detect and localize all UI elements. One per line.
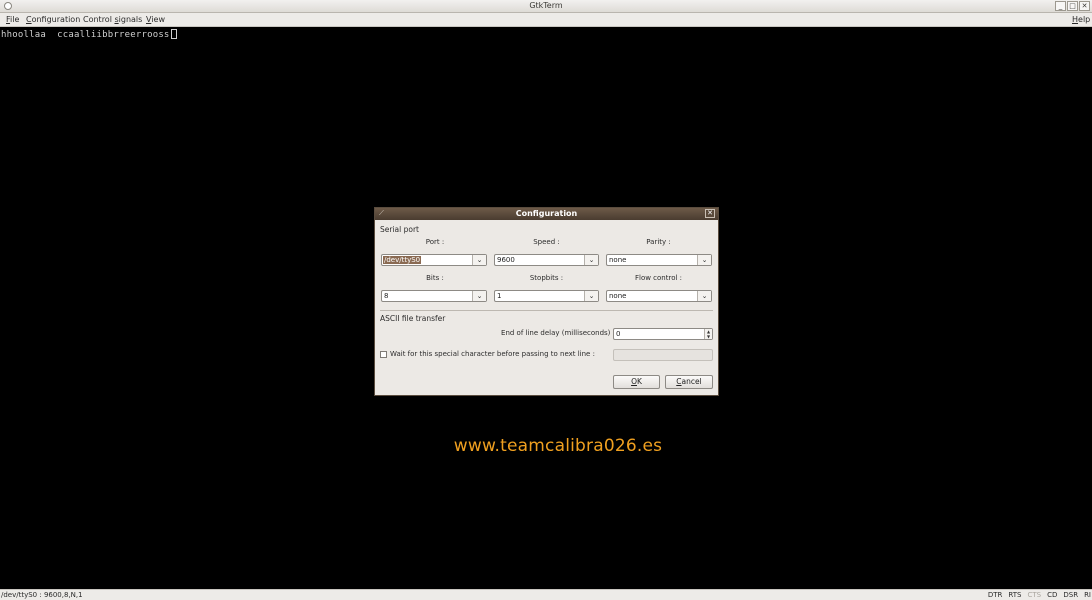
bits-combo[interactable]: 8 ⌄ [381, 290, 487, 302]
menu-control-signals-label-pre: Control [83, 15, 115, 24]
chevron-down-icon[interactable]: ⌄ [472, 255, 486, 265]
speed-label: Speed : [533, 238, 560, 246]
menu-bar: File Configuration Control signals View … [0, 13, 1092, 27]
maximize-icon[interactable]: □ [1067, 1, 1078, 11]
ascii-transfer-section-label: ASCII file transfer [380, 314, 446, 323]
speed-value: 9600 [497, 256, 515, 264]
menu-view-label: iew [151, 15, 165, 24]
dialog-close-icon[interactable]: ✕ [705, 209, 715, 218]
signal-ri: RI [1084, 591, 1091, 599]
menu-configuration-label: onfiguration [31, 15, 81, 24]
ok-label: K [636, 377, 642, 386]
bits-value: 8 [384, 292, 389, 300]
stopbits-combo[interactable]: 1 ⌄ [494, 290, 599, 302]
status-bar: /dev/ttyS0 : 9600,8,N,1 DTR RTS CTS CD D… [0, 589, 1092, 600]
flow-control-combo[interactable]: none ⌄ [606, 290, 712, 302]
terminal-cursor [170, 29, 177, 39]
cancel-label: ancel [681, 377, 702, 386]
terminal-line: hhoollaa ccaalliibbrreerrooss [1, 29, 177, 40]
parity-label: Parity : [646, 238, 671, 246]
minimize-icon[interactable]: _ [1055, 1, 1066, 11]
menu-control-signals[interactable]: Control signals [83, 15, 142, 24]
port-value: /dev/ttyS0 [383, 256, 422, 264]
chevron-down-icon[interactable]: ⌄ [472, 291, 486, 301]
parity-combo[interactable]: none ⌄ [606, 254, 712, 266]
cancel-button[interactable]: Cancel [665, 375, 713, 389]
ok-button[interactable]: OK [613, 375, 660, 389]
menu-configuration[interactable]: Configuration [26, 15, 80, 24]
terminal-text: hhoollaa ccaalliibbrreerrooss [1, 30, 170, 40]
wait-char-checkbox[interactable] [380, 351, 387, 358]
port-label: Port : [425, 238, 445, 246]
eol-delay-value: 0 [616, 330, 621, 338]
chevron-down-icon[interactable]: ⌄ [697, 255, 711, 265]
menu-file-label: ile [10, 15, 20, 24]
eol-delay-label: End of line delay (milliseconds) : [501, 329, 615, 337]
wait-char-input [613, 349, 713, 361]
stopbits-label: Stopbits : [529, 274, 564, 282]
wait-char-label: Wait for this special character before p… [390, 350, 595, 358]
speed-combo[interactable]: 9600 ⌄ [494, 254, 599, 266]
eol-delay-spinbutton[interactable]: 0 ▲ ▼ [613, 328, 713, 340]
spin-arrows-icon[interactable]: ▲ ▼ [704, 329, 712, 339]
menu-help[interactable]: Help [1072, 15, 1090, 24]
window-controls: _ □ ✕ [1055, 1, 1090, 11]
close-icon[interactable]: ✕ [1079, 1, 1090, 11]
menu-help-label: elp [1078, 15, 1091, 24]
signal-cts: CTS [1027, 591, 1042, 599]
serial-port-section-label: Serial port [380, 225, 419, 234]
signal-dtr: DTR [987, 591, 1003, 599]
window-titlebar: GtkTerm _ □ ✕ [0, 0, 1092, 13]
dialog-title: Configuration [515, 209, 578, 218]
signal-rts: RTS [1008, 591, 1022, 599]
chevron-down-icon[interactable]: ⌄ [584, 291, 598, 301]
menu-control-signals-label: ignals [118, 15, 143, 24]
watermark-text: www.teamcalibra026.es [453, 436, 663, 456]
stopbits-value: 1 [497, 292, 502, 300]
port-status-text: /dev/ttyS0 : 9600,8,N,1 [1, 591, 83, 599]
window-title: GtkTerm [529, 1, 563, 10]
port-combo[interactable]: /dev/ttyS0 ⌄ [381, 254, 487, 266]
flow-control-value: none [609, 292, 627, 300]
menu-view[interactable]: View [146, 15, 165, 24]
configuration-dialog: ⟋ Configuration ✕ Serial port Port : Spe… [374, 207, 719, 396]
chevron-down-icon[interactable]: ⌄ [697, 291, 711, 301]
parity-value: none [609, 256, 627, 264]
signal-cd: CD [1047, 591, 1058, 599]
control-signals-indicators: DTR RTS CTS CD DSR RI [988, 591, 1091, 599]
dialog-titlebar[interactable]: ⟋ Configuration ✕ [375, 208, 718, 220]
bits-label: Bits : [426, 274, 444, 282]
signal-dsr: DSR [1063, 591, 1079, 599]
chevron-down-icon[interactable]: ⌄ [584, 255, 598, 265]
section-divider [380, 310, 713, 311]
flow-control-label: Flow control : [634, 274, 683, 282]
menu-file[interactable]: File [6, 15, 19, 24]
